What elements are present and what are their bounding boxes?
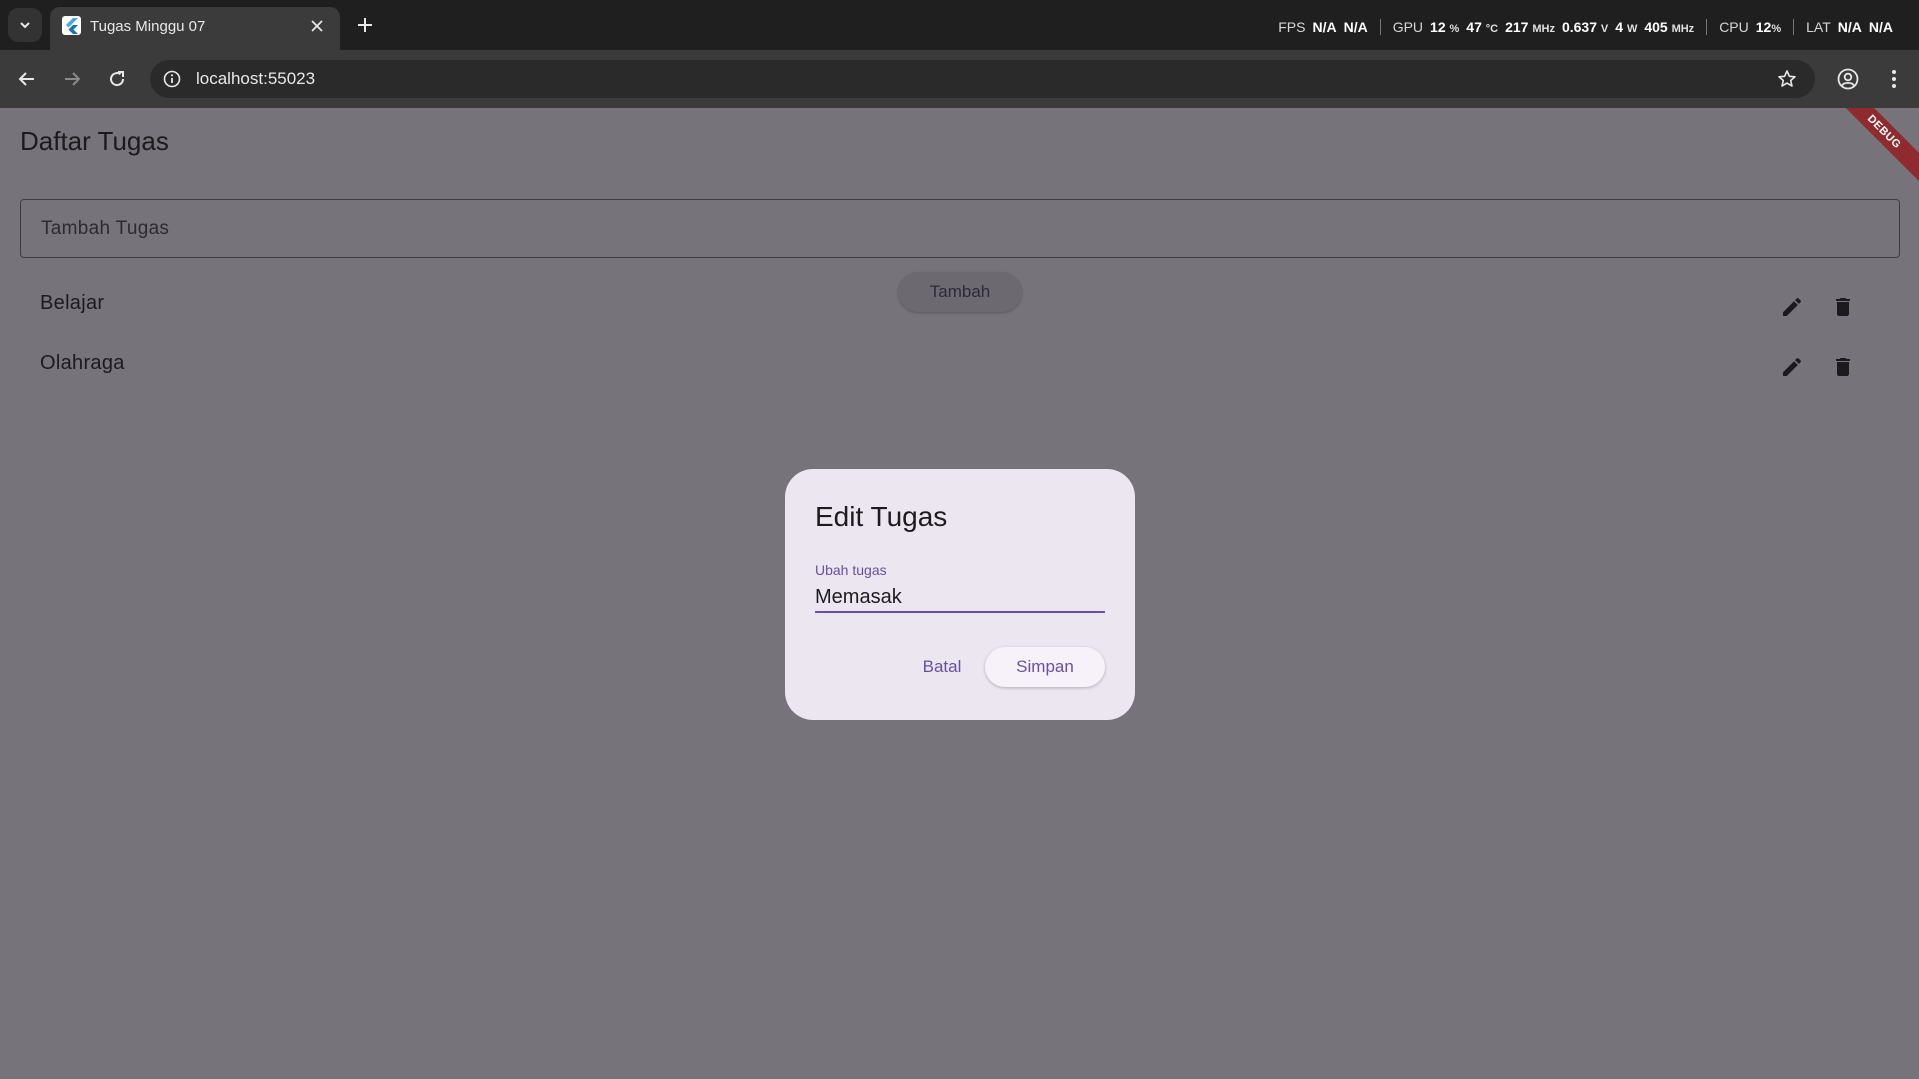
pencil-icon [1783, 297, 1802, 316]
edit-task-field[interactable] [815, 583, 1105, 613]
profile-icon [1837, 68, 1859, 90]
add-task-placeholder: Tambah Tugas [41, 218, 170, 239]
cpu-stat: CPU 12% [1706, 19, 1793, 35]
lat-stat: LAT N/A N/A [1793, 19, 1905, 35]
tab-close-button[interactable] [306, 15, 328, 37]
edit-task-dialog: Edit Tugas Ubah tugas Batal Simpan [785, 469, 1135, 720]
browser-menu-button[interactable] [1879, 64, 1909, 94]
more-vertical-icon [1892, 70, 1896, 88]
trash-icon [1836, 358, 1850, 376]
gpu-stat: GPU 12 % 47 °C 217 MHz 0.637 V 4 W 405 M… [1379, 19, 1706, 35]
browser-toolbar: localhost:55023 [0, 50, 1919, 108]
info-icon [163, 70, 181, 88]
delete-task-button[interactable] [1826, 290, 1860, 324]
address-bar[interactable]: localhost:55023 [150, 60, 1815, 98]
plus-icon [358, 18, 372, 32]
pencil-icon [1783, 357, 1802, 376]
edit-field-label: Ubah tugas [815, 562, 887, 578]
task-label: Olahraga [40, 352, 125, 374]
site-info-button[interactable] [160, 67, 184, 91]
arrow-left-icon [18, 72, 34, 86]
back-button[interactable] [12, 64, 42, 94]
reload-icon [110, 71, 125, 87]
edit-task-button[interactable] [1775, 350, 1809, 384]
edit-task-button[interactable] [1775, 290, 1809, 324]
performance-overlay: FPS N/A N/A GPU 12 % 47 °C 217 MHz 0.637… [1266, 18, 1905, 36]
fps-stat: FPS N/A N/A [1278, 19, 1368, 35]
cancel-button[interactable]: Batal [907, 647, 977, 687]
task-item: Olahraga [20, 338, 1900, 394]
profile-button[interactable] [1833, 64, 1863, 94]
save-button[interactable]: Simpan [985, 647, 1105, 687]
arrow-right-icon [65, 72, 81, 86]
forward-button[interactable] [57, 64, 87, 94]
tab-title: Tugas Minggu 07 [90, 18, 206, 35]
debug-banner: DEBUG [1830, 108, 1919, 186]
star-icon [1778, 70, 1796, 87]
add-task-input[interactable]: Tambah Tugas [20, 199, 1900, 258]
new-tab-button[interactable] [352, 12, 378, 38]
url-text: localhost:55023 [196, 69, 316, 88]
dialog-title: Edit Tugas [815, 501, 948, 532]
page-title: Daftar Tugas [20, 126, 169, 156]
flutter-favicon-icon [62, 16, 81, 35]
browser-tab[interactable]: Tugas Minggu 07 [50, 7, 340, 50]
task-label: Belajar [40, 292, 105, 314]
task-item: Belajar [20, 278, 1900, 334]
browser-tab-strip: Tugas Minggu 07 FPS N/A N/A GPU 12 % 47 … [0, 0, 1919, 50]
reload-button[interactable] [102, 64, 132, 94]
delete-task-button[interactable] [1826, 350, 1860, 384]
bookmark-button[interactable] [1775, 67, 1799, 91]
tab-search-button[interactable] [8, 8, 42, 42]
trash-icon [1836, 298, 1850, 316]
chevron-down-icon [20, 22, 30, 29]
close-icon [311, 20, 323, 32]
